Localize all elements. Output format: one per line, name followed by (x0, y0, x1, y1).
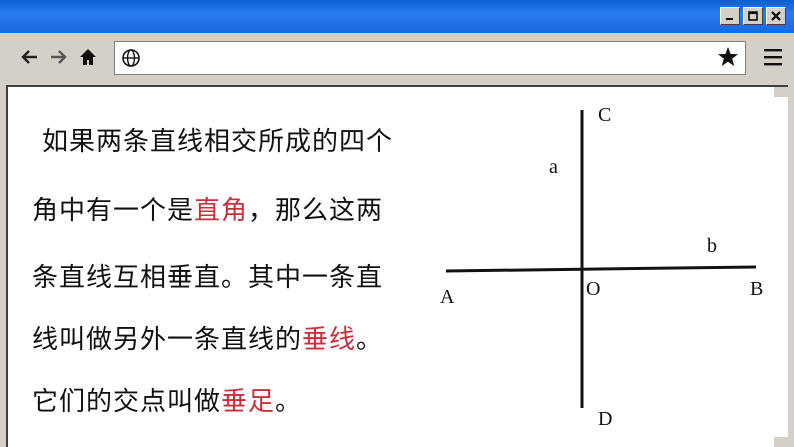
label-C: C (598, 104, 611, 126)
term-foot-of-perpendicular: 垂足 (221, 387, 276, 417)
definition-line-2: 角中有一个是直角，那么这两 (32, 190, 383, 227)
line4-text-a: 线叫做另外一条直线的 (32, 325, 303, 355)
forward-button[interactable] (46, 45, 70, 69)
close-icon (771, 11, 781, 21)
label-O: O (586, 278, 600, 300)
address-bar[interactable] (114, 41, 746, 75)
back-button[interactable] (18, 45, 42, 69)
home-button[interactable] (76, 45, 100, 69)
label-B: B (750, 278, 763, 300)
page-content: 如果两条直线相交所成的四个 角中有一个是直角，那么这两 条直线互相垂直。其中一条… (6, 85, 788, 447)
maximize-icon (748, 11, 758, 21)
definition-line-5: 它们的交点叫做垂足。 (32, 381, 302, 418)
line2-text-b: ，那么这两 (248, 196, 384, 226)
horizontal-line-b (445, 265, 757, 273)
term-right-angle: 直角 (194, 196, 249, 226)
label-line-b: b (707, 235, 717, 257)
line5-text-a: 它们的交点叫做 (32, 387, 222, 417)
minimize-icon (726, 18, 733, 20)
label-line-a: a (549, 156, 558, 178)
forward-arrow-icon (51, 50, 67, 64)
definition-line-4: 线叫做另外一条直线的垂线。 (32, 319, 383, 356)
star-icon (718, 47, 738, 66)
label-A: A (440, 286, 455, 308)
definition-line-3: 条直线互相垂直。其中一条直 (32, 257, 383, 294)
definition-line-1: 如果两条直线相交所成的四个 (42, 121, 393, 158)
scroll-down-arrow[interactable] (774, 437, 788, 447)
scroll-up-arrow[interactable] (774, 87, 788, 97)
browser-toolbar (0, 33, 794, 83)
home-icon (80, 49, 96, 65)
line3-text: 条直线互相垂直。其中一条直 (32, 263, 384, 293)
globe-icon (122, 49, 140, 67)
hamburger-menu-icon (764, 49, 782, 66)
line1-text: 如果两条直线相交所成的四个 (42, 127, 394, 157)
back-arrow-icon (21, 50, 37, 64)
minimize-button[interactable] (720, 7, 740, 25)
perpendicular-lines-diagram: C D A B O a b (440, 104, 763, 430)
close-button[interactable] (766, 7, 786, 25)
label-D: D (598, 408, 612, 430)
window-controls (720, 7, 786, 25)
line2-text-a: 角中有一个是 (32, 196, 195, 226)
line5-text-b: 。 (275, 387, 303, 417)
line4-text-b: 。 (356, 325, 384, 355)
maximize-button[interactable] (743, 7, 763, 25)
bookmark-button[interactable] (716, 45, 740, 69)
term-perpendicular-line: 垂线 (302, 325, 357, 355)
menu-button[interactable] (762, 47, 784, 67)
window-titlebar (0, 0, 794, 33)
